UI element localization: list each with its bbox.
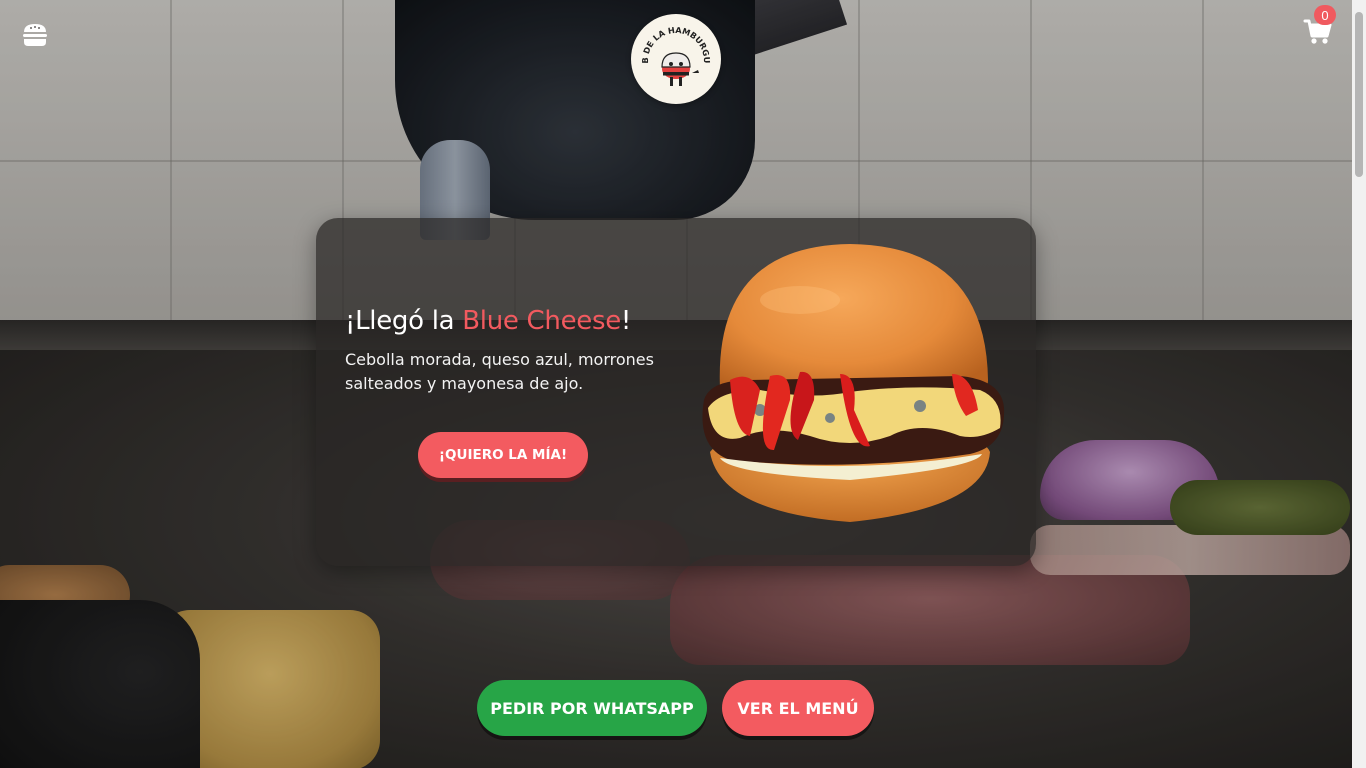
cart-count-badge: 0 — [1314, 5, 1336, 25]
promo-title-prefix: ¡Llegó la — [345, 306, 463, 336]
ver-el-menu-button[interactable]: VER EL MENÚ — [722, 680, 874, 736]
scrollbar-thumb[interactable] — [1355, 12, 1363, 177]
promo-title-suffix: ! — [620, 306, 632, 336]
quiero-la-mia-button[interactable]: ¡QUIERO LA MÍA! — [418, 432, 588, 478]
promo-title-product: Blue Cheese — [462, 306, 621, 336]
logo-emblem: CLUB DE LA HAMBURGUESA — [634, 17, 712, 86]
blue-cheese-burger-image — [702, 244, 1005, 522]
promo-title: ¡Llegó la Blue Cheese! — [345, 306, 705, 336]
page-scrollbar[interactable] — [1352, 0, 1366, 768]
burger-menu-icon — [23, 24, 47, 46]
club-logo[interactable]: CLUB DE LA HAMBURGUESA — [631, 14, 721, 104]
burger-menu-button[interactable] — [20, 20, 50, 50]
promo-description: Cebolla morada, queso azul, morrones sal… — [345, 350, 654, 393]
pedir-por-whatsapp-button[interactable]: PEDIR POR WHATSAPP — [477, 680, 707, 736]
